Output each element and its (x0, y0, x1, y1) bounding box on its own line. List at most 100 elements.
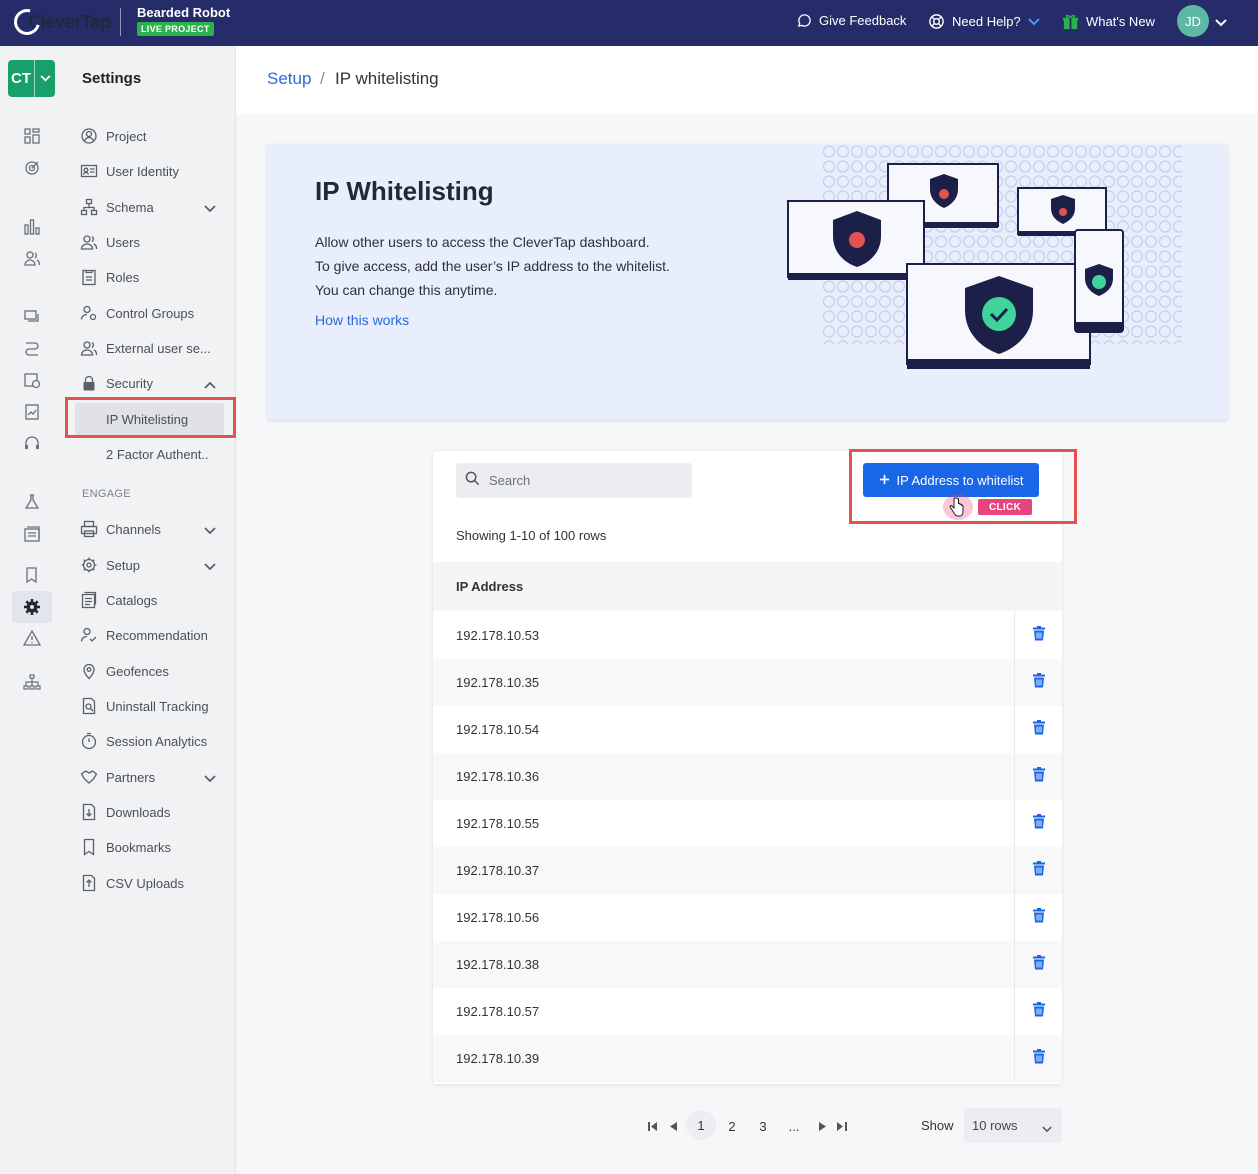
sidebar-item-csv-uploads[interactable]: CSV Uploads (80, 868, 230, 898)
clipboard-icon (80, 268, 98, 286)
stopwatch-icon (80, 732, 98, 750)
trash-icon (1032, 625, 1045, 646)
search-input[interactable] (489, 473, 679, 488)
delete-row-button[interactable] (1015, 1035, 1062, 1082)
lock-icon (80, 374, 98, 392)
delete-row-button[interactable] (1015, 988, 1062, 1035)
catalog-stack-icon[interactable] (20, 522, 44, 546)
need-help-label: Need Help? (952, 14, 1021, 29)
sidebar-item-channels[interactable]: Channels (80, 514, 230, 544)
need-help-dropdown[interactable]: Need Help? (928, 13, 1040, 30)
sidebar-item-control-groups[interactable]: Control Groups (80, 298, 230, 328)
sidebar-item-schema[interactable]: Schema (80, 192, 230, 222)
chat-bubble-icon (797, 13, 812, 28)
delete-row-button[interactable] (1015, 659, 1062, 706)
trash-icon (1032, 672, 1045, 693)
sidebar-item-users[interactable]: Users (80, 227, 230, 257)
delete-row-button[interactable] (1015, 753, 1062, 800)
sidebar-item-user-identity[interactable]: User Identity (80, 156, 230, 186)
page-2-button[interactable]: 2 (722, 1112, 742, 1140)
table-row: 192.178.10.36 (433, 753, 1062, 800)
ip-address-cell: 192.178.10.38 (433, 941, 1015, 988)
user-avatar[interactable]: JD (1177, 5, 1209, 37)
sidebar-item-label: Schema (106, 199, 154, 215)
sidebar-item-ip-whitelisting[interactable]: IP Whitelisting (106, 404, 224, 434)
sidebar-item-session-analytics[interactable]: Session Analytics (80, 726, 230, 756)
add-ip-address-button[interactable]: IP Address to whitelist (863, 463, 1039, 497)
trash-icon (1032, 954, 1045, 975)
sidebar-item-label: Partners (106, 769, 156, 785)
sidebar-item-partners[interactable]: Partners (80, 762, 230, 792)
sidebar-item-2-factor-authent[interactable]: 2 Factor Authent.. (106, 439, 224, 469)
user-check-icon (80, 626, 98, 644)
table-row: 192.178.10.38 (433, 941, 1062, 988)
ip-address-cell: 192.178.10.35 (433, 659, 1015, 706)
sidebar-item-downloads[interactable]: Downloads (80, 797, 230, 827)
click-badge: CLICK (978, 499, 1032, 515)
support-headset-icon[interactable] (20, 432, 44, 456)
journeys-icon[interactable] (20, 337, 44, 361)
sidebar-item-security[interactable]: Security (80, 368, 230, 398)
search-box[interactable] (456, 463, 692, 498)
sidebar-item-external-user-se[interactable]: External user se... (80, 333, 230, 363)
sidebar-item-recommendation[interactable]: Recommendation (80, 620, 230, 650)
rows-per-page-value: 10 rows (972, 1118, 1018, 1133)
delete-row-button[interactable] (1015, 612, 1062, 659)
delete-row-button[interactable] (1015, 847, 1062, 894)
app-switcher-button[interactable]: CT (8, 60, 55, 97)
bookmark-icon[interactable] (20, 563, 44, 587)
clevertap-logo[interactable]: CleverTap (9, 4, 111, 40)
warning-icon[interactable] (20, 626, 44, 650)
sidebar-item-label: Geofences (106, 663, 169, 679)
previous-page-icon[interactable] (666, 1112, 680, 1140)
show-label: Show (921, 1118, 954, 1133)
chevron-up-icon (204, 377, 216, 392)
next-page-icon[interactable] (815, 1112, 829, 1140)
dashboard-icon[interactable] (20, 124, 44, 148)
avatar-chevron-down-icon[interactable] (1215, 14, 1227, 32)
hero-description-line-3: You can change this anytime. (315, 282, 498, 298)
trash-icon (1032, 719, 1045, 740)
page-1-button[interactable]: 1 (686, 1110, 716, 1140)
page-3-button[interactable]: 3 (753, 1112, 773, 1140)
delete-row-button[interactable] (1015, 941, 1062, 988)
delete-row-button[interactable] (1015, 800, 1062, 847)
sidebar-item-roles[interactable]: Roles (80, 262, 230, 292)
ip-address-cell: 192.178.10.39 (433, 1035, 1015, 1082)
breadcrumb-setup-link[interactable]: Setup (267, 69, 311, 89)
last-page-icon[interactable] (834, 1112, 850, 1140)
sidebar-item-setup[interactable]: Setup (80, 550, 230, 580)
chevron-down-icon (35, 75, 55, 82)
sidebar-item-label: Security (106, 375, 153, 391)
users-icon (80, 233, 98, 251)
trash-icon (1032, 766, 1045, 787)
analytics-target-icon[interactable] (20, 156, 44, 180)
org-hierarchy-icon[interactable] (20, 670, 44, 694)
settings-gear-icon[interactable] (20, 595, 44, 619)
whats-new-button[interactable]: What's New (1062, 13, 1155, 30)
sidebar-item-catalogs[interactable]: Catalogs (80, 585, 230, 615)
how-this-works-link[interactable]: How this works (315, 312, 409, 328)
sidebar-item-uninstall-tracking[interactable]: Uninstall Tracking (80, 691, 230, 721)
sidebar-item-bookmarks[interactable]: Bookmarks (80, 832, 230, 862)
breadcrumb-separator: / (320, 69, 325, 88)
table-row: 192.178.10.39 (433, 1035, 1062, 1082)
flask-icon[interactable] (20, 490, 44, 514)
table-row: 192.178.10.35 (433, 659, 1062, 706)
project-name[interactable]: Bearded Robot (137, 5, 230, 20)
messages-icon[interactable] (20, 305, 44, 329)
give-feedback-button[interactable]: Give Feedback (797, 13, 906, 28)
segments-users-icon[interactable] (20, 246, 44, 270)
first-page-icon[interactable] (645, 1112, 661, 1140)
delete-row-button[interactable] (1015, 706, 1062, 753)
delete-row-button[interactable] (1015, 894, 1062, 941)
sidebar-item-geofences[interactable]: Geofences (80, 656, 230, 686)
trash-icon (1032, 860, 1045, 881)
rows-per-page-select[interactable]: 10 rows (964, 1108, 1062, 1143)
sidebar-item-project[interactable]: Project (80, 121, 230, 151)
bar-chart-icon[interactable] (20, 215, 44, 239)
calendar-clock-icon[interactable] (20, 368, 44, 392)
reports-icon[interactable] (20, 400, 44, 424)
download-icon (80, 803, 98, 821)
ip-address-cell: 192.178.10.54 (433, 706, 1015, 753)
